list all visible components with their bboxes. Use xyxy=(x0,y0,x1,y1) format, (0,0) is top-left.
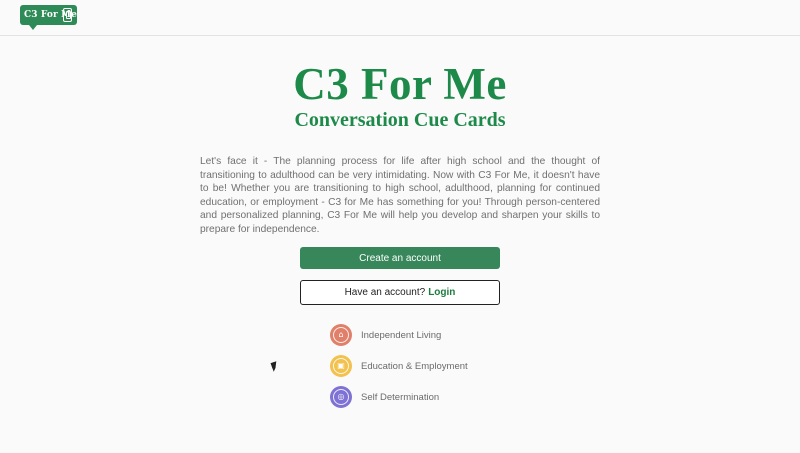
tablet-icon xyxy=(63,8,72,22)
login-button[interactable]: Have an account? Login xyxy=(300,280,500,305)
topic-label: Education & Employment xyxy=(361,360,468,372)
house-icon: ⌂ xyxy=(330,324,352,346)
briefcase-icon: ▣ xyxy=(330,355,352,377)
topic-education-employment[interactable]: ▣ Education & Employment xyxy=(330,355,468,377)
page-title: C3 For Me xyxy=(293,59,507,109)
topic-label: Self Determination xyxy=(361,391,440,403)
top-bar: C3 For Me xyxy=(0,0,800,36)
topic-label: Independent Living xyxy=(361,329,442,341)
target-icon: ◎ xyxy=(330,386,352,408)
intro-paragraph: Let's face it - The planning process for… xyxy=(200,156,600,235)
home-logo[interactable]: C3 For Me xyxy=(20,5,77,30)
mouse-cursor-icon xyxy=(270,361,280,372)
topic-self-determination[interactable]: ◎ Self Determination xyxy=(330,386,439,408)
create-account-button[interactable]: Create an account xyxy=(300,247,500,269)
have-account-text: Have an account? xyxy=(344,287,426,298)
login-link[interactable]: Login xyxy=(428,287,455,298)
page-subtitle: Conversation Cue Cards xyxy=(294,109,506,131)
topic-independent-living[interactable]: ⌂ Independent Living xyxy=(330,324,441,346)
